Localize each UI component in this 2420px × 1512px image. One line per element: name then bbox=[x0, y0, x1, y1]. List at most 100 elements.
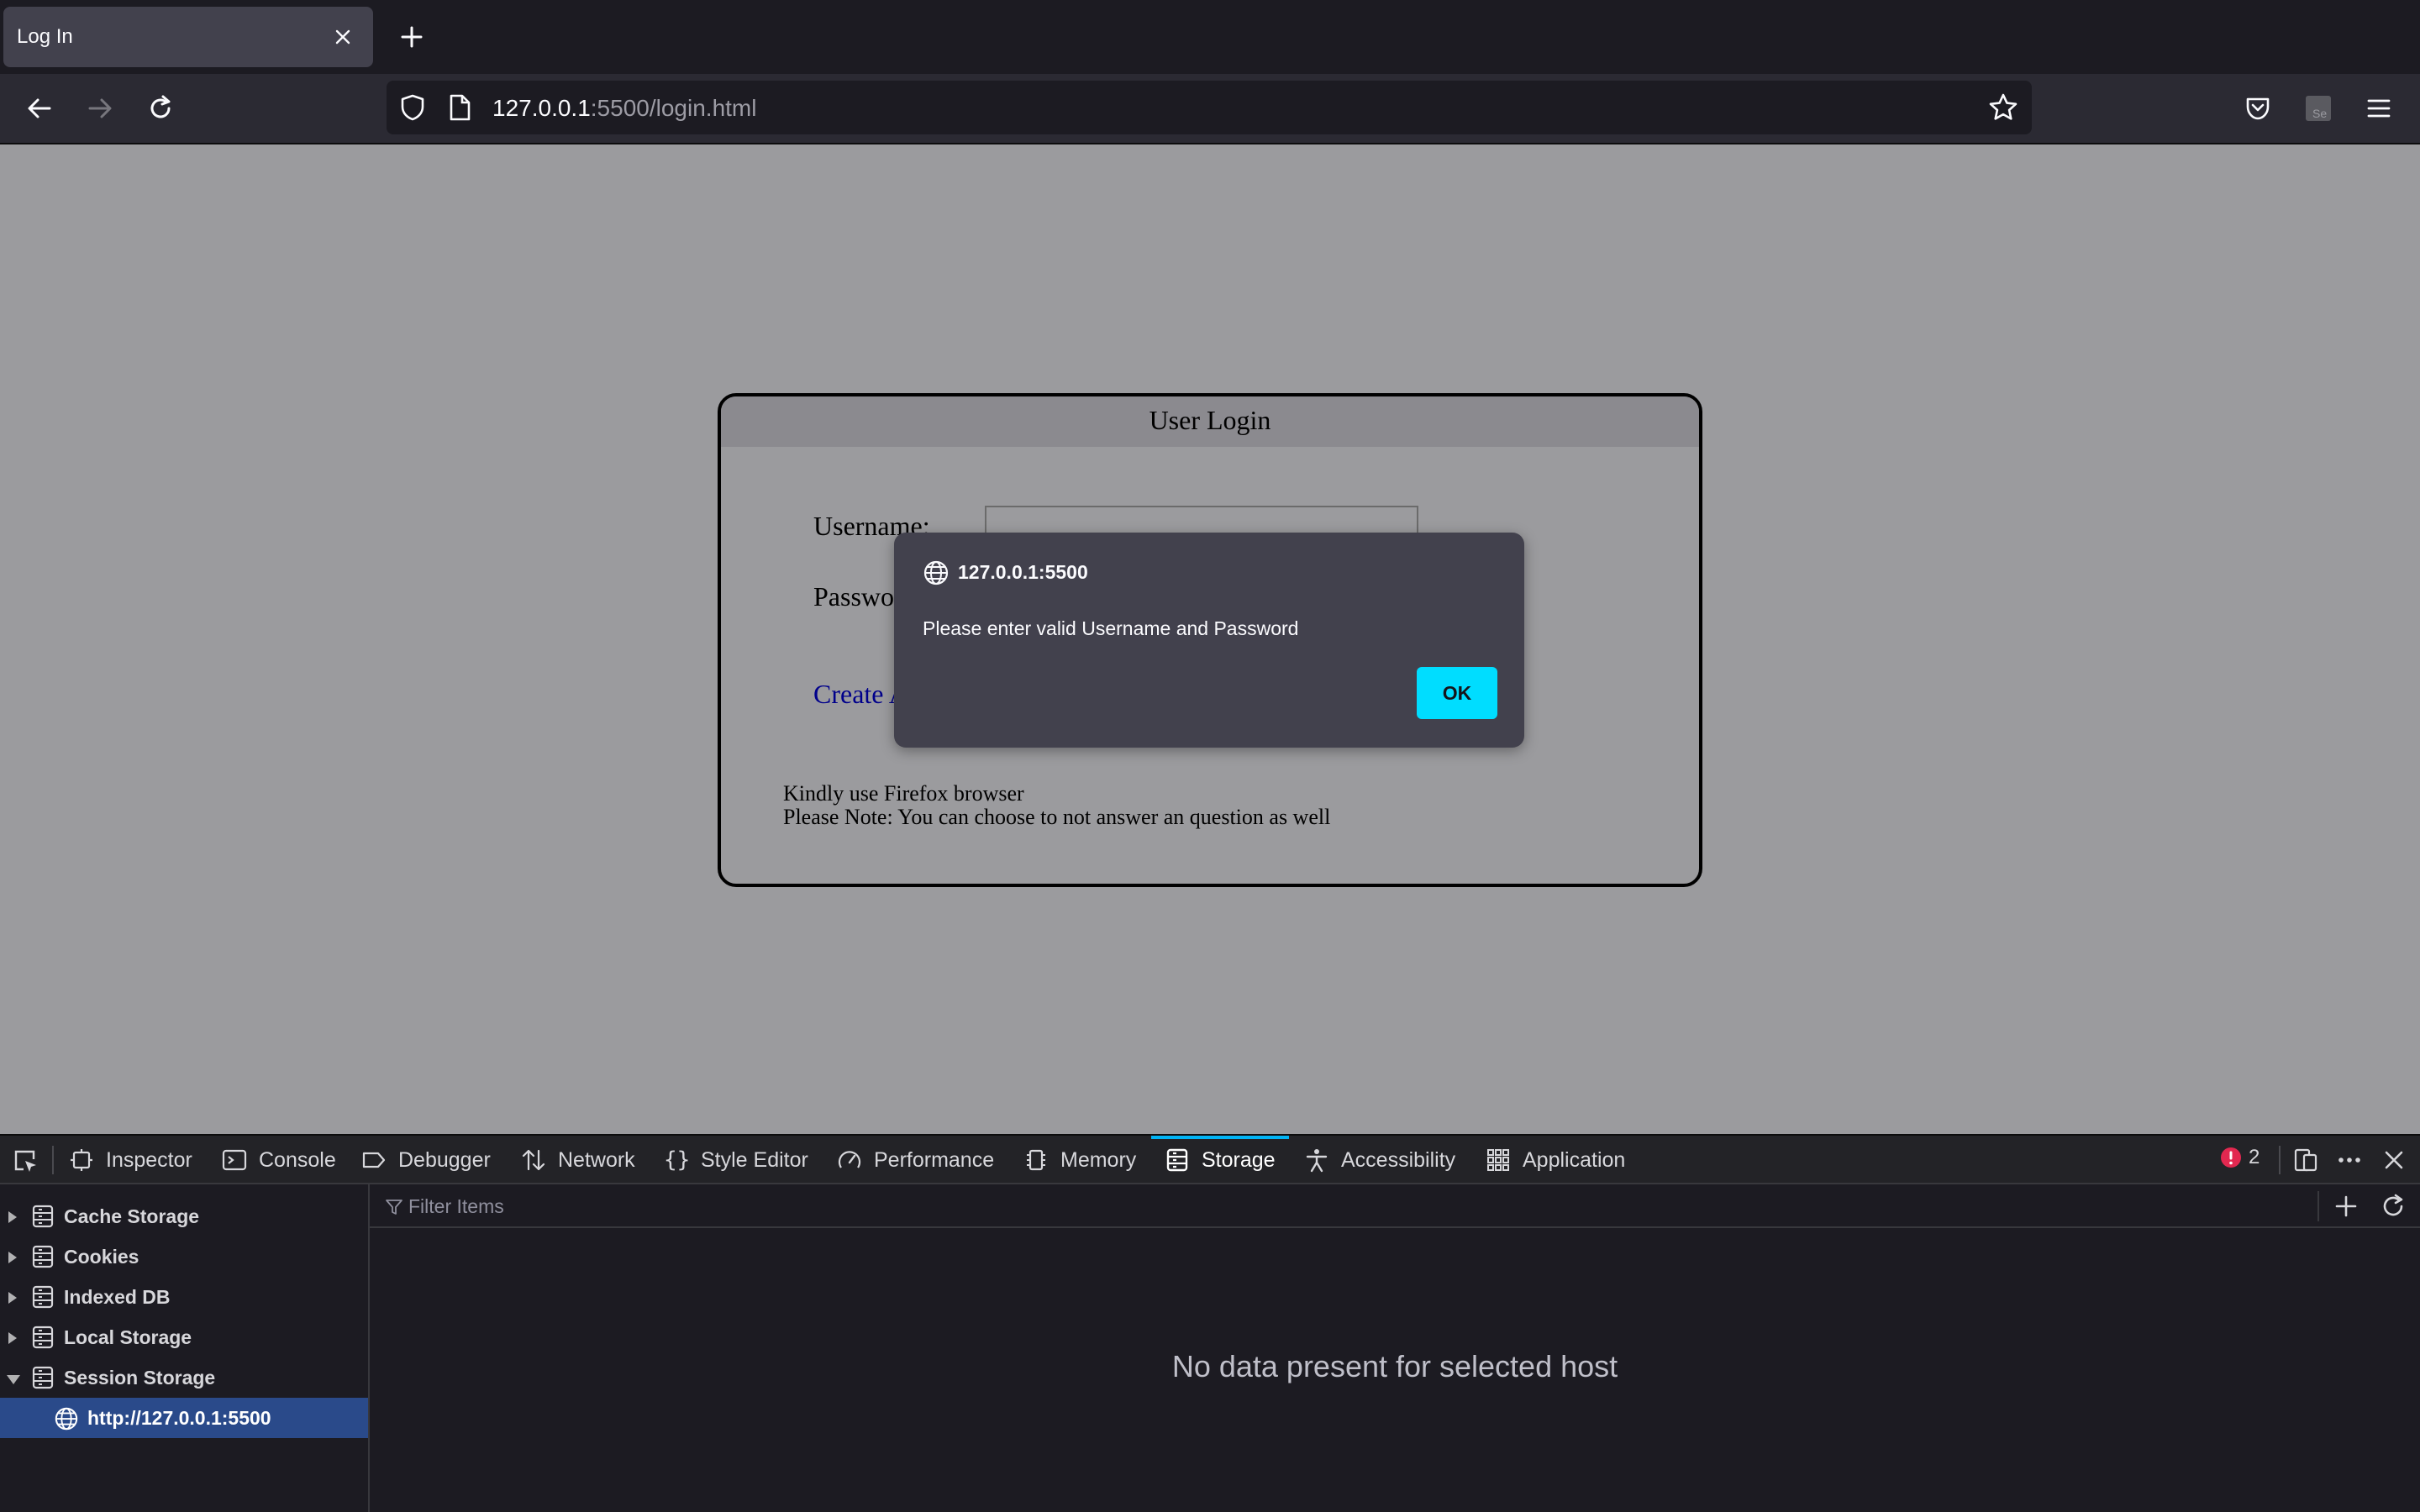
tree-item-label: Cache Storage bbox=[64, 1205, 200, 1227]
tab-application-label: Application bbox=[1523, 1147, 1626, 1172]
accessibility-icon bbox=[1306, 1149, 1328, 1173]
url-text[interactable]: 127.0.0.1:5500/login.html bbox=[492, 95, 756, 122]
filter-icon bbox=[386, 1200, 402, 1215]
expand-arrow-icon[interactable] bbox=[8, 1332, 17, 1344]
tab-inspector[interactable]: Inspector bbox=[69, 1136, 192, 1184]
forward-arrow-icon bbox=[88, 98, 112, 118]
tree-item-label: Session Storage bbox=[64, 1367, 216, 1389]
tab-accessibility-label: Accessibility bbox=[1341, 1147, 1456, 1172]
storage-sidebar: Cache Storage Cookies Indexed DB Local S… bbox=[0, 1184, 370, 1512]
tree-item-cache-storage[interactable]: Cache Storage bbox=[0, 1196, 368, 1236]
network-icon bbox=[522, 1149, 545, 1171]
performance-icon bbox=[838, 1151, 861, 1168]
tab-inspector-label: Inspector bbox=[106, 1147, 192, 1172]
selenium-extension-icon: Se bbox=[2306, 96, 2331, 121]
page-icon[interactable] bbox=[447, 94, 472, 121]
url-path: :5500/login.html bbox=[590, 95, 757, 121]
tab-debugger-label: Debugger bbox=[398, 1147, 491, 1172]
tab-network-label: Network bbox=[558, 1147, 635, 1172]
toolbar-divider bbox=[52, 1146, 54, 1174]
database-icon bbox=[32, 1326, 54, 1349]
tab-network[interactable]: Network bbox=[521, 1136, 635, 1184]
empty-state-message: No data present for selected host bbox=[1171, 1349, 1618, 1383]
collapse-arrow-icon[interactable] bbox=[7, 1375, 20, 1384]
expand-arrow-icon[interactable] bbox=[8, 1252, 17, 1263]
tab-application[interactable]: Application bbox=[1486, 1136, 1625, 1184]
tab-performance-label: Performance bbox=[874, 1147, 995, 1172]
pocket-icon bbox=[2246, 97, 2270, 120]
tab-style-editor[interactable]: {} Style Editor bbox=[664, 1136, 808, 1184]
url-host: 127.0.0.1 bbox=[492, 95, 591, 121]
tree-item-local-storage[interactable]: Local Storage bbox=[0, 1317, 368, 1357]
bookmark-star-icon[interactable] bbox=[1988, 92, 2018, 123]
debugger-icon bbox=[362, 1152, 386, 1168]
globe-icon bbox=[55, 1407, 78, 1431]
inspector-icon bbox=[71, 1149, 92, 1171]
toolbar-divider-right bbox=[2279, 1146, 2281, 1174]
reload-button[interactable] bbox=[141, 89, 180, 128]
ok-button[interactable]: OK bbox=[1417, 667, 1497, 719]
tab-console[interactable]: Console bbox=[222, 1136, 336, 1184]
alert-dialog: 127.0.0.1:5500 Please enter valid Userna… bbox=[894, 533, 1524, 748]
close-tab-icon[interactable] bbox=[328, 22, 358, 52]
answer-note: Please Note: You can choose to not answe… bbox=[783, 805, 1331, 829]
back-arrow-icon bbox=[28, 98, 51, 118]
tree-item-session-storage[interactable]: Session Storage bbox=[0, 1357, 368, 1398]
more-options-icon[interactable] bbox=[2336, 1147, 2363, 1173]
dialog-message: Please enter valid Username and Password bbox=[923, 617, 1299, 639]
password-label: Passwo bbox=[813, 581, 895, 612]
error-count-badge[interactable]: 2 bbox=[2220, 1146, 2260, 1169]
browser-tab[interactable]: Log In bbox=[3, 7, 373, 67]
add-item-icon[interactable] bbox=[2333, 1193, 2360, 1220]
memory-icon bbox=[1027, 1149, 1045, 1171]
tab-console-label: Console bbox=[259, 1147, 336, 1172]
forward-button[interactable] bbox=[81, 89, 119, 128]
filter-input[interactable]: Filter Items bbox=[408, 1195, 504, 1218]
database-icon bbox=[32, 1285, 54, 1309]
application-icon bbox=[1487, 1149, 1509, 1171]
tab-performance[interactable]: Performance bbox=[837, 1136, 994, 1184]
tab-accessibility[interactable]: Accessibility bbox=[1304, 1136, 1455, 1184]
new-tab-icon[interactable] bbox=[395, 20, 429, 54]
expand-arrow-icon[interactable] bbox=[8, 1292, 17, 1304]
reload-icon bbox=[150, 95, 171, 118]
refresh-icon[interactable] bbox=[2380, 1193, 2407, 1220]
shield-icon[interactable] bbox=[398, 93, 427, 122]
database-icon bbox=[32, 1205, 54, 1228]
console-icon bbox=[222, 1149, 247, 1171]
login-title: User Login bbox=[1149, 405, 1271, 435]
firefox-note: Kindly use Firefox browser bbox=[783, 781, 1024, 806]
element-picker-icon[interactable] bbox=[12, 1147, 39, 1174]
tab-memory[interactable]: Memory bbox=[1023, 1136, 1136, 1184]
dialog-host: 127.0.0.1:5500 bbox=[958, 561, 1088, 583]
close-devtools-icon[interactable] bbox=[2381, 1147, 2407, 1173]
tab-title: Log In bbox=[17, 25, 73, 48]
responsive-design-icon[interactable] bbox=[2292, 1147, 2319, 1173]
navigation-toolbar: 127.0.0.1:5500/login.html Se bbox=[0, 74, 2420, 144]
tree-item-session-host[interactable]: http://127.0.0.1:5500 bbox=[0, 1398, 368, 1438]
tab-debugger[interactable]: Debugger bbox=[361, 1136, 491, 1184]
url-bar[interactable]: 127.0.0.1:5500/login.html bbox=[387, 81, 2032, 134]
tree-item-label: Indexed DB bbox=[64, 1286, 171, 1308]
tab-style-editor-label: Style Editor bbox=[701, 1147, 808, 1172]
pocket-button[interactable] bbox=[2238, 89, 2277, 128]
database-icon bbox=[32, 1245, 54, 1268]
tab-storage-label: Storage bbox=[1202, 1147, 1276, 1172]
tab-storage[interactable]: Storage bbox=[1151, 1136, 1289, 1184]
tree-item-indexed-db[interactable]: Indexed DB bbox=[0, 1277, 368, 1317]
database-icon bbox=[32, 1366, 54, 1389]
expand-arrow-icon[interactable] bbox=[8, 1211, 17, 1223]
storage-main-pane: Filter Items No data present for selecte… bbox=[370, 1184, 2420, 1512]
hamburger-menu-icon bbox=[2367, 99, 2391, 118]
tree-item-label: Local Storage bbox=[64, 1326, 192, 1348]
back-button[interactable] bbox=[20, 89, 59, 128]
error-icon bbox=[2221, 1147, 2241, 1168]
extension-button[interactable]: Se bbox=[2299, 89, 2338, 128]
filter-divider bbox=[2317, 1191, 2319, 1221]
storage-icon bbox=[1166, 1148, 1188, 1172]
tab-memory-label: Memory bbox=[1060, 1147, 1137, 1172]
tree-item-cookies[interactable]: Cookies bbox=[0, 1236, 368, 1277]
menu-button[interactable] bbox=[2360, 89, 2398, 128]
devtools-toolbar: Inspector Console Debugger Network {} St… bbox=[0, 1134, 2420, 1184]
style-editor-icon: {} bbox=[664, 1147, 691, 1173]
